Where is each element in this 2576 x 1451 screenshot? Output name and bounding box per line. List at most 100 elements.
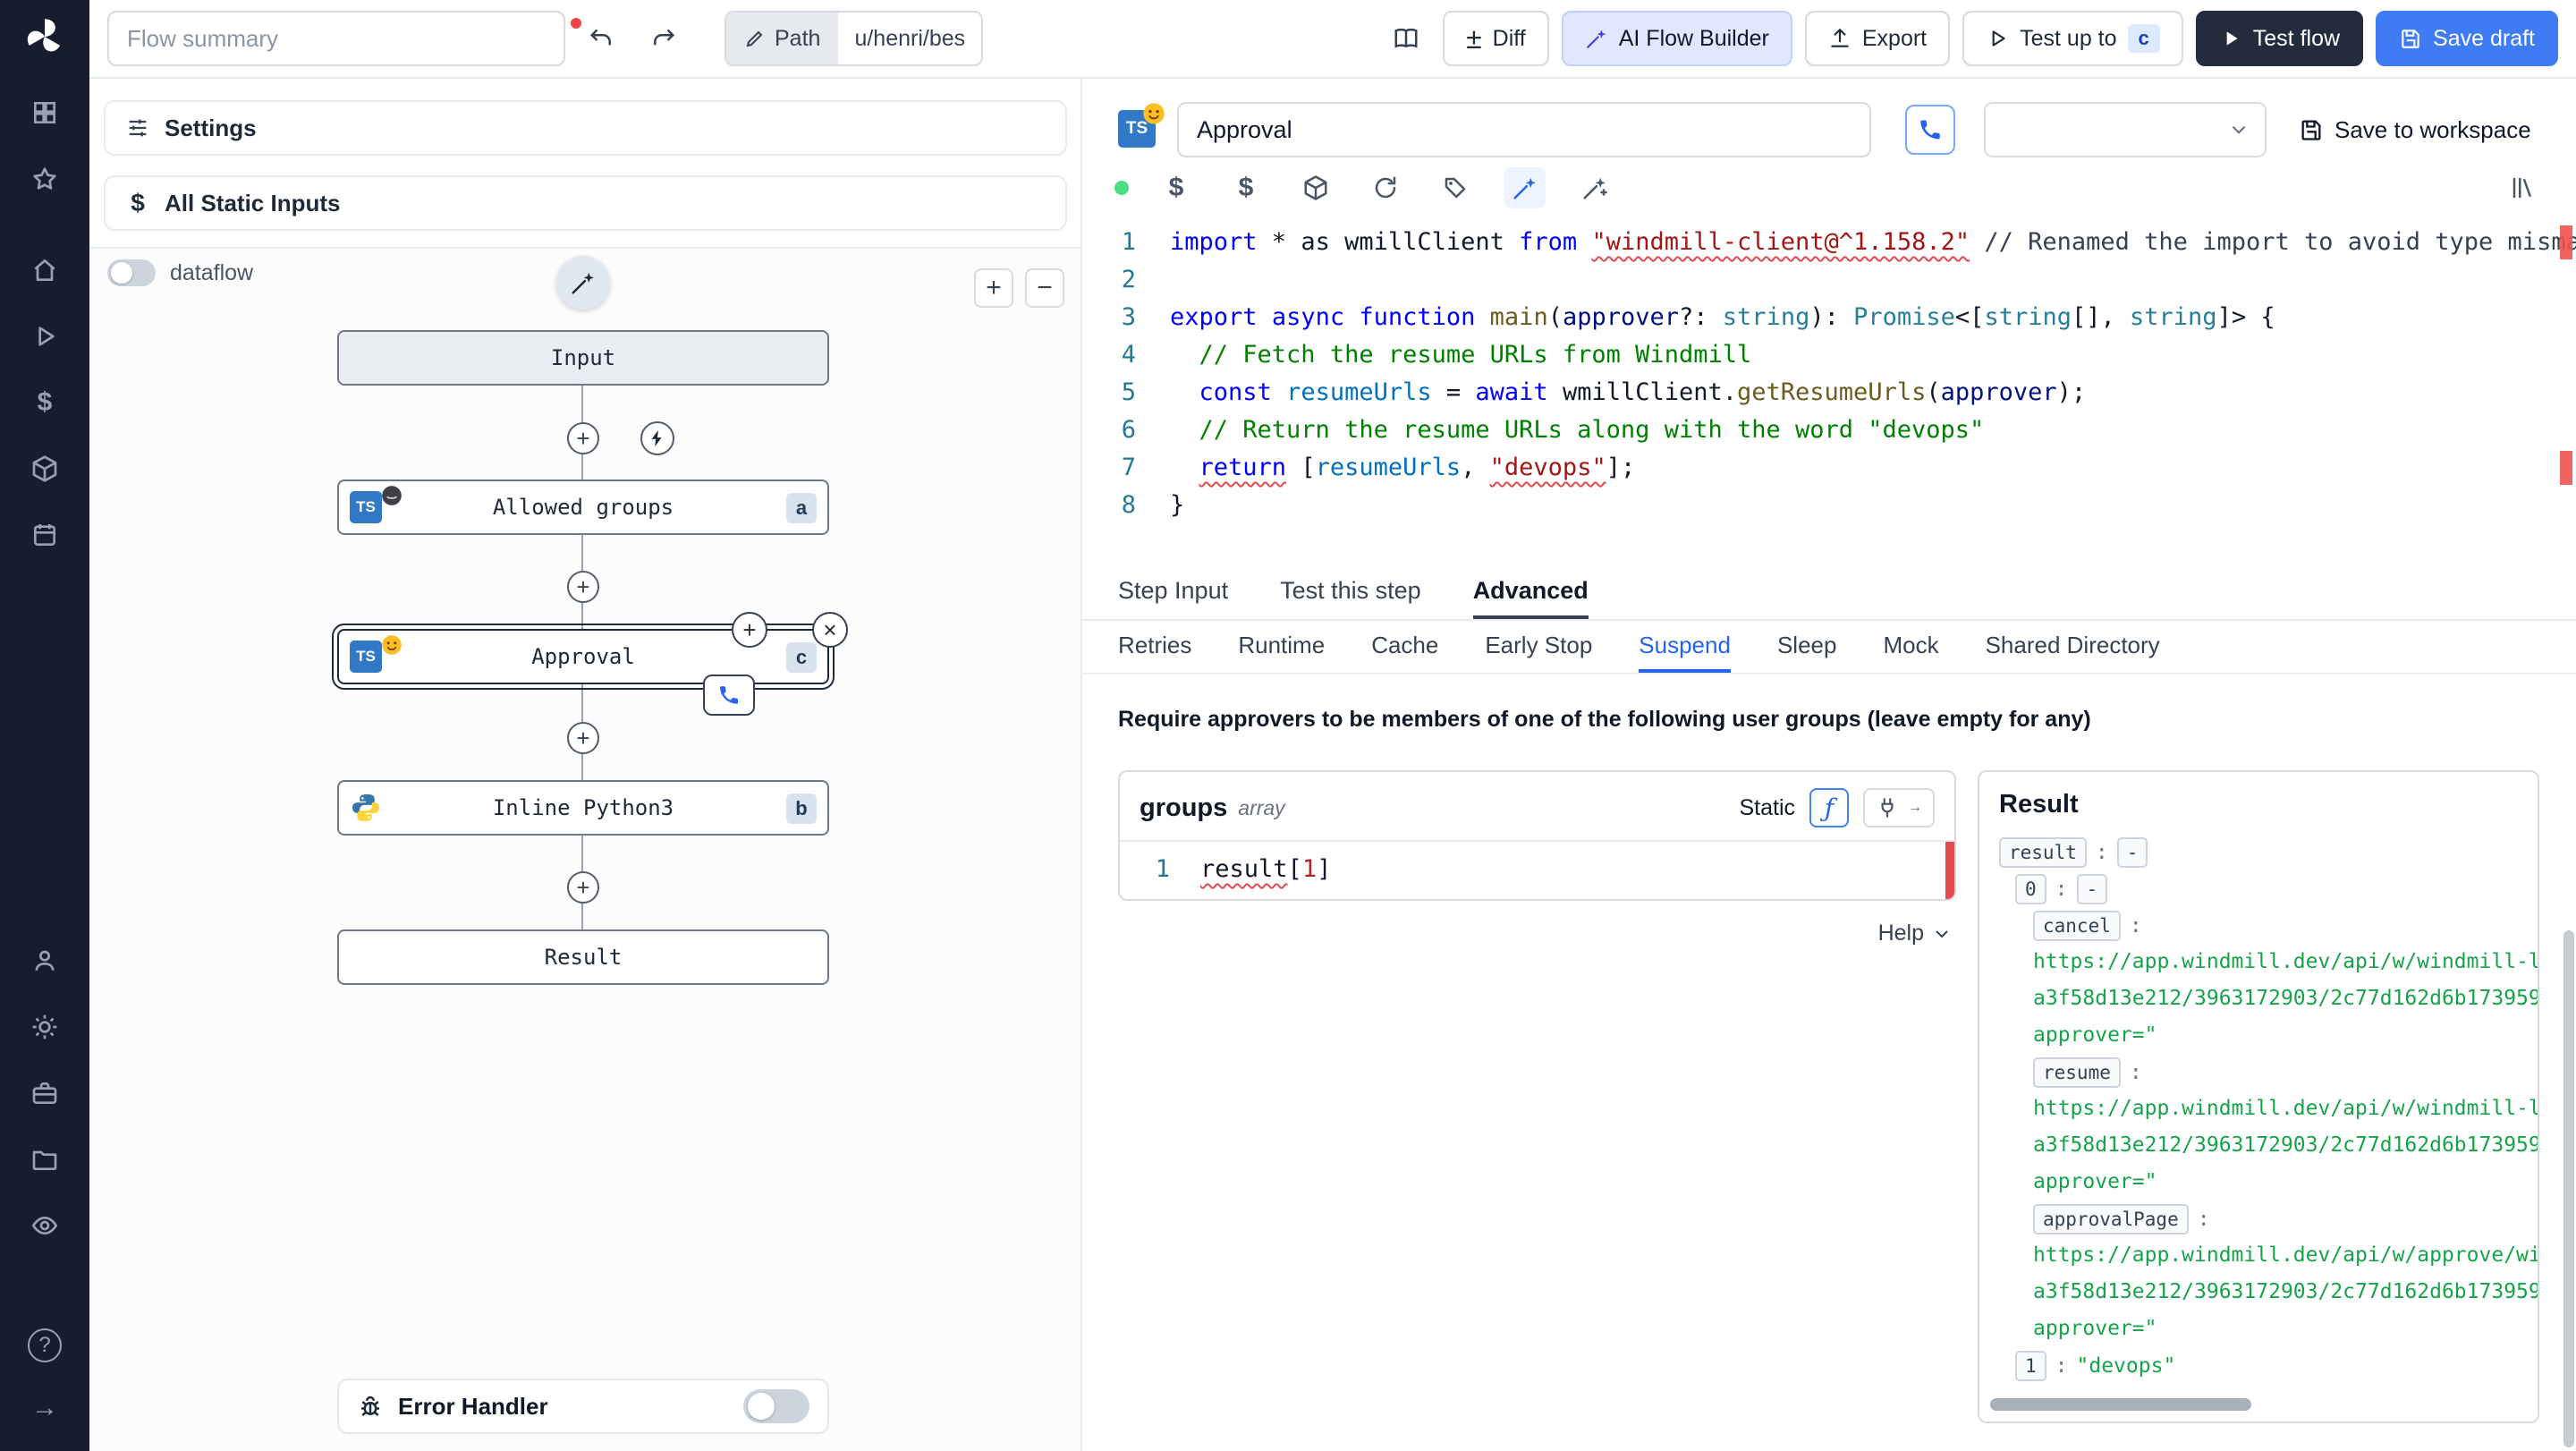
result-key[interactable]: result [1999,836,2087,868]
test-flow-button[interactable]: Test flow [2195,11,2364,66]
flow-settings-button[interactable]: Settings [104,100,1067,156]
result-row: cancel: [1999,907,2538,944]
connect-input-control[interactable]: → [1863,788,1935,827]
home-icon[interactable] [25,250,64,290]
users-icon[interactable] [25,941,64,980]
ai-assist-icon[interactable] [1504,167,1546,208]
code-line[interactable]: 4 // Fetch the resume URLs from Windmill [1082,336,2576,374]
subtab-shared-directory[interactable]: Shared Directory [1986,621,2160,673]
insert-step-button[interactable]: + [567,422,599,454]
result-row: approvalPage: [1999,1201,2538,1237]
subtab-cache[interactable]: Cache [1371,621,1438,673]
insert-step-button[interactable]: + [567,722,599,754]
subtab-runtime[interactable]: Runtime [1238,621,1325,673]
audit-logs-icon[interactable] [25,1206,64,1245]
node-input[interactable]: Input [337,330,829,386]
move-step-button[interactable]: + [732,612,767,648]
code-line[interactable]: 5 const resumeUrls = await wmillClient.g… [1082,374,2576,412]
code-line[interactable]: 3 export async function main(approver?: s… [1082,299,2576,336]
vertical-scrollbar[interactable] [2563,930,2574,1447]
subtab-early-stop[interactable]: Early Stop [1485,621,1592,673]
ai-fix-icon[interactable] [1574,167,1615,208]
subtab-retries[interactable]: Retries [1118,621,1191,673]
path-button[interactable]: Path [726,13,839,64]
suspend-approval-indicator[interactable] [703,675,755,716]
undo-button[interactable] [578,14,626,63]
step-name-input[interactable] [1177,102,1871,157]
node-result[interactable]: Result [337,929,829,985]
code-editor[interactable]: 1 import * as wmillClient from "windmill-… [1082,216,2576,565]
reset-icon[interactable] [1365,167,1406,208]
favorites-icon[interactable] [25,159,64,199]
subtab-sleep[interactable]: Sleep [1777,621,1837,673]
insert-step-button[interactable]: + [567,571,599,603]
toggle-expression-button[interactable]: ƒ [1809,788,1849,827]
help-icon[interactable]: ? [25,1326,64,1365]
node-approval[interactable]: TS Approval c + × [332,612,848,716]
error-handler-toggle[interactable] [743,1389,809,1423]
code-line[interactable]: 6 // Return the resume URLs along with t… [1082,412,2576,449]
code-line[interactable]: 7 return [resumeUrls, "devops"]; [1082,449,2576,487]
path-value: u/henri/bes [854,25,966,51]
result-key[interactable]: cancel [2033,910,2121,941]
help-toggle[interactable]: Help [1118,921,1956,946]
expand-sidebar-icon[interactable]: → [25,1388,64,1428]
library-icon[interactable] [2503,167,2544,208]
path-group[interactable]: Path u/henri/bes [724,11,984,66]
zoom-out-button[interactable]: − [1025,268,1064,308]
code-line[interactable]: 1 import * as wmillClient from "windmill-… [1082,224,2576,261]
windmill-logo[interactable] [22,14,67,59]
ai-wand-button[interactable] [556,256,610,310]
zoom-in-button[interactable]: + [974,268,1013,308]
node-inline-python3[interactable]: Inline Python3 b [337,780,829,836]
node-allowed-groups[interactable]: TS Allowed groups a [337,479,829,535]
result-key[interactable]: resume [2033,1056,2121,1088]
package-icon[interactable] [1295,167,1336,208]
result-key[interactable]: 0 [2015,873,2046,904]
tab-advanced[interactable]: Advanced [1472,565,1589,619]
ai-flow-builder-button[interactable]: AI Flow Builder [1561,11,1792,66]
runs-icon[interactable] [25,317,64,356]
resource-picker-icon[interactable]: $ [1225,167,1267,208]
insert-step-button[interactable]: + [567,871,599,904]
code-line[interactable]: 2 [1082,261,2576,299]
save-to-workspace-button[interactable]: Save to workspace [2299,116,2531,144]
export-button[interactable]: Export [1804,11,1951,66]
script-version-select[interactable] [1984,102,2267,157]
node-label: Allowed groups [492,495,674,520]
settings-gear-icon[interactable] [25,1007,64,1047]
save-draft-button[interactable]: Save draft [2376,11,2558,66]
delete-step-button[interactable]: × [812,612,848,648]
suspend-approval-button[interactable] [1905,105,1955,155]
tab-step-input[interactable]: Step Input [1118,565,1228,619]
collapse-toggle[interactable]: - [2116,836,2148,868]
tag-icon[interactable] [1435,167,1476,208]
redo-button[interactable] [639,14,687,63]
error-handler[interactable]: Error Handler [337,1379,829,1434]
flow-canvas[interactable]: dataflow + − Input + TS Allowed groups a… [89,247,1080,1451]
test-up-to-button[interactable]: Test up to c [1962,11,2183,66]
flow-summary-input[interactable] [107,11,565,66]
all-static-inputs-button[interactable]: $ All Static Inputs [104,175,1067,231]
variables-icon[interactable]: $ [25,383,64,422]
apps-icon[interactable] [25,93,64,132]
result-key[interactable]: approvalPage [2033,1203,2189,1235]
workers-icon[interactable] [25,1073,64,1113]
trigger-button[interactable] [640,421,674,455]
subtab-suspend[interactable]: Suspend [1639,621,1731,673]
code-line[interactable]: 8} [1082,487,2576,524]
docs-button[interactable] [1382,14,1430,63]
dataflow-toggle[interactable] [107,259,156,286]
subtab-mock[interactable]: Mock [1883,621,1938,673]
resources-icon[interactable] [25,449,64,488]
variable-picker-icon[interactable]: $ [1156,167,1197,208]
tab-test-this-step[interactable]: Test this step [1280,565,1421,619]
typescript-icon: TS [350,486,402,523]
folders-icon[interactable] [25,1140,64,1179]
result-key[interactable]: 1 [2015,1350,2046,1381]
diff-button[interactable]: ± Diff [1443,11,1549,66]
collapse-toggle[interactable]: - [2076,873,2108,904]
schedules-icon[interactable] [25,515,64,555]
groups-expression-editor[interactable]: 1 result[1] [1120,840,1954,899]
horizontal-scrollbar[interactable] [1990,1398,2251,1411]
